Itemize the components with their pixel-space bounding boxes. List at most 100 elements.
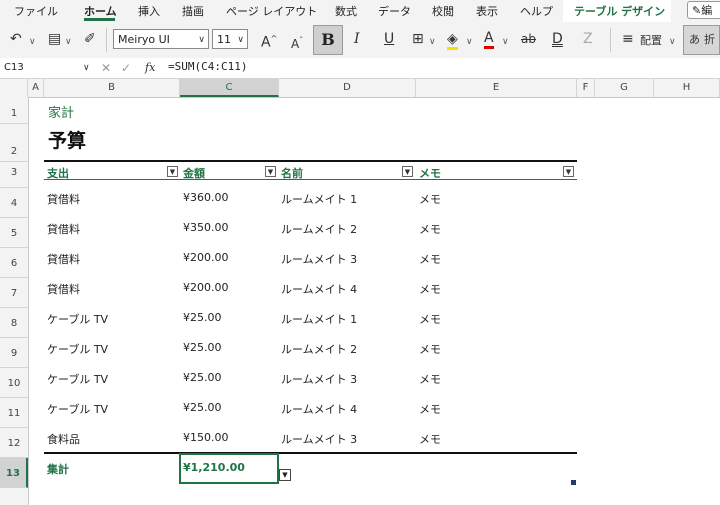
row-header-7[interactable]: 7 (0, 278, 28, 308)
underline-button[interactable]: U (384, 31, 394, 47)
row-header-10[interactable]: 10 (0, 368, 28, 398)
paste-dropdown-icon[interactable]: ∨ (65, 34, 72, 50)
align-icon[interactable]: ≡ (622, 31, 634, 47)
table-header-expense[interactable]: 支出 (47, 165, 69, 181)
cell-amount[interactable]: ¥25.00 (183, 401, 222, 414)
tab-view[interactable]: 表示 (476, 3, 498, 19)
total-value[interactable]: ¥1,210.00 (183, 461, 245, 474)
table-header-amount[interactable]: 金額 (183, 165, 205, 181)
wrap-text-button[interactable]: あ折 (683, 25, 720, 55)
cell-memo[interactable]: メモ (419, 281, 441, 297)
row-header-9[interactable]: 9 (0, 338, 28, 368)
cell-name[interactable]: ルームメイト 3 (281, 251, 357, 267)
table-header-memo[interactable]: メモ (419, 165, 441, 181)
cell-name[interactable]: ルームメイト 3 (281, 371, 357, 387)
filter-dropdown-icon[interactable]: ▼ (402, 166, 413, 177)
double-underline-button[interactable]: D (552, 31, 563, 47)
column-header-b[interactable]: B (44, 79, 180, 97)
table-header-name[interactable]: 名前 (281, 165, 303, 181)
editing-button[interactable]: ✎編 (687, 1, 720, 19)
row-header-13[interactable]: 13 (0, 458, 28, 488)
superscript-icon[interactable]: Z (583, 31, 593, 47)
tab-draw[interactable]: 描画 (182, 3, 204, 19)
decrease-font-size-icon[interactable]: Aˇ (291, 33, 303, 52)
italic-button[interactable]: I (354, 31, 360, 47)
align-dropdown-icon[interactable]: ∨ (669, 34, 676, 50)
cell-memo[interactable]: メモ (419, 251, 441, 267)
borders-icon[interactable]: ⊞ (412, 31, 424, 47)
sheet-subtitle[interactable]: 家計 (48, 102, 74, 121)
tab-table-design[interactable]: テーブル デザイン (574, 3, 665, 19)
font-size-select[interactable]: 11 ∨ (212, 29, 248, 49)
column-header-g[interactable]: G (595, 79, 654, 97)
row-header-3[interactable]: 3 (0, 162, 28, 188)
row-header-1[interactable]: 1 (0, 97, 28, 124)
column-header-d[interactable]: D (279, 79, 416, 97)
fill-color-icon[interactable]: ◈ (447, 31, 458, 50)
table-resize-handle[interactable] (571, 480, 576, 485)
tab-help[interactable]: ヘルプ (520, 3, 553, 19)
tab-review[interactable]: 校閲 (432, 3, 454, 19)
cell-expense[interactable]: 貸借料 (47, 281, 80, 297)
cell-memo[interactable]: メモ (419, 221, 441, 237)
total-label[interactable]: 集計 (47, 461, 69, 477)
strikethrough-button[interactable]: ab (521, 31, 536, 47)
font-color-icon[interactable]: A (484, 30, 494, 49)
cell-amount[interactable]: ¥150.00 (183, 431, 229, 444)
check-icon[interactable]: ✓ (121, 60, 131, 76)
cell-amount[interactable]: ¥350.00 (183, 221, 229, 234)
tab-file[interactable]: ファイル (14, 3, 58, 19)
cell-expense[interactable]: ケーブル TV (47, 311, 108, 327)
tab-home[interactable]: ホーム (84, 3, 117, 19)
row-header-12[interactable]: 12 (0, 428, 28, 458)
cell-name[interactable]: ルームメイト 1 (281, 311, 357, 327)
cell-memo[interactable]: メモ (419, 431, 441, 447)
cell-expense[interactable]: 貸借料 (47, 191, 80, 207)
font-color-dropdown-icon[interactable]: ∨ (502, 34, 509, 50)
filter-dropdown-icon[interactable]: ▼ (265, 166, 276, 177)
row-header-6[interactable]: 6 (0, 248, 28, 278)
cell-memo[interactable]: メモ (419, 191, 441, 207)
cell-expense[interactable]: 食料品 (47, 431, 80, 447)
cell-amount[interactable]: ¥25.00 (183, 311, 222, 324)
tab-formulas[interactable]: 数式 (335, 3, 357, 19)
formula-input[interactable]: =SUM(C4:C11) (168, 59, 247, 75)
column-header-f[interactable]: F (577, 79, 595, 97)
cell-name[interactable]: ルームメイト 1 (281, 191, 357, 207)
cell-memo[interactable]: メモ (419, 341, 441, 357)
cell-expense[interactable]: ケーブル TV (47, 341, 108, 357)
select-all-corner[interactable] (0, 79, 28, 97)
column-header-a[interactable]: A (28, 79, 44, 97)
row-header-4[interactable]: 4 (0, 188, 28, 218)
cell-name[interactable]: ルームメイト 4 (281, 281, 357, 297)
tab-insert[interactable]: 挿入 (138, 3, 160, 19)
name-box-dropdown-icon[interactable]: ∨ (83, 60, 90, 76)
name-box[interactable]: C13 (2, 60, 94, 76)
font-name-select[interactable]: Meiryo UI ∨ (113, 29, 209, 49)
cell-name[interactable]: ルームメイト 2 (281, 341, 357, 357)
cell-amount[interactable]: ¥200.00 (183, 281, 229, 294)
row-header-8[interactable]: 8 (0, 308, 28, 338)
filter-dropdown-icon[interactable]: ▼ (563, 166, 574, 177)
cell-amount[interactable]: ¥25.00 (183, 341, 222, 354)
insert-function-icon[interactable]: fx (145, 60, 155, 76)
cell-memo[interactable]: メモ (419, 401, 441, 417)
fill-color-dropdown-icon[interactable]: ∨ (466, 34, 473, 50)
tab-data[interactable]: データ (378, 3, 411, 19)
cell-expense[interactable]: 貸借料 (47, 221, 80, 237)
borders-dropdown-icon[interactable]: ∨ (429, 34, 436, 50)
undo-dropdown-icon[interactable]: ∨ (29, 34, 36, 50)
sheet-title[interactable]: 予算 (48, 126, 86, 153)
cell-expense[interactable]: 貸借料 (47, 251, 80, 267)
clipboard-icon[interactable]: ▤ (48, 31, 61, 47)
cell-name[interactable]: ルームメイト 2 (281, 221, 357, 237)
cell-memo[interactable]: メモ (419, 371, 441, 387)
cell-expense[interactable]: ケーブル TV (47, 401, 108, 417)
cell-amount[interactable]: ¥200.00 (183, 251, 229, 264)
column-header-h[interactable]: H (654, 79, 720, 97)
column-header-c[interactable]: C (180, 79, 279, 97)
increase-font-size-icon[interactable]: A^ (261, 31, 277, 51)
cell-amount[interactable]: ¥360.00 (183, 191, 229, 204)
undo-icon[interactable]: ↶ (10, 31, 22, 47)
total-dropdown-icon[interactable]: ▼ (279, 469, 291, 481)
